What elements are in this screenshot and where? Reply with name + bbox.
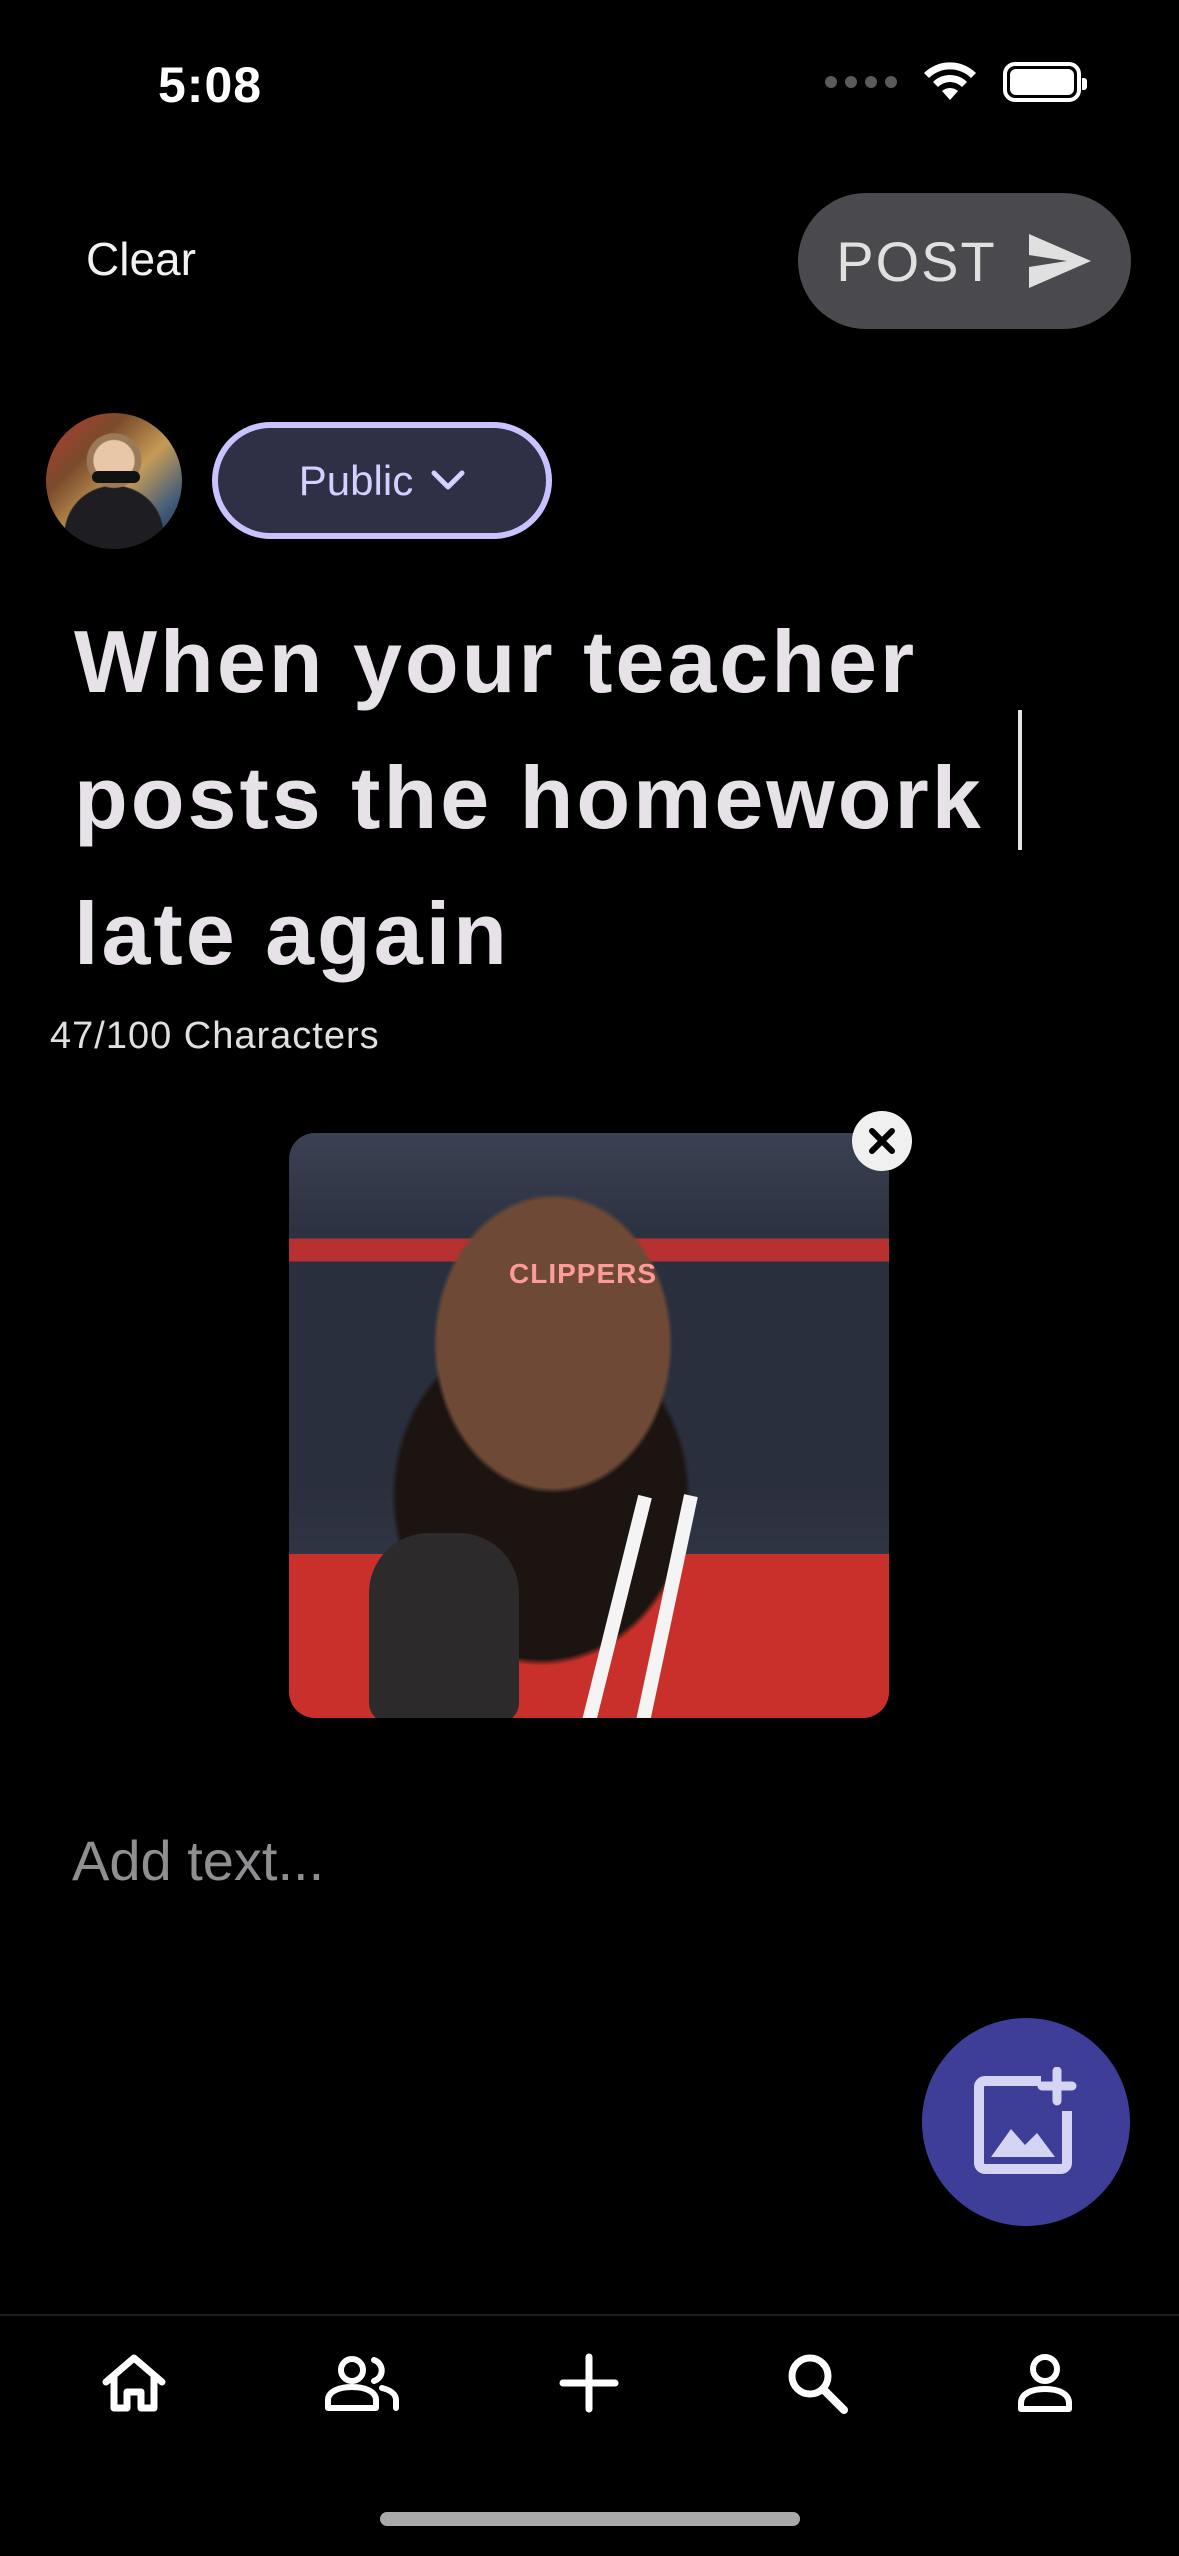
add-photo-icon bbox=[974, 2067, 1077, 2174]
plus-icon bbox=[559, 2353, 619, 2412]
body-text-input[interactable] bbox=[72, 1820, 1072, 1900]
status-icons bbox=[825, 62, 1087, 102]
battery-icon bbox=[1003, 62, 1087, 102]
remove-image-button[interactable] bbox=[852, 1111, 912, 1171]
nav-create[interactable] bbox=[529, 2323, 649, 2443]
home-indicator[interactable] bbox=[380, 2512, 800, 2526]
image-banner-text: CLIPPERS bbox=[509, 1258, 658, 1289]
attached-image: CLIPPERS bbox=[289, 1133, 889, 1718]
search-icon bbox=[788, 2354, 849, 2414]
post-button[interactable]: POST bbox=[798, 193, 1131, 329]
visibility-dropdown[interactable]: Public bbox=[212, 422, 552, 539]
character-count: 47/100 Characters bbox=[50, 1015, 380, 1057]
send-icon bbox=[1028, 234, 1091, 288]
nav-search[interactable] bbox=[757, 2323, 877, 2443]
bottom-navigation bbox=[0, 2314, 1179, 2449]
visibility-label: Public bbox=[298, 456, 414, 504]
profile-icon bbox=[1018, 2353, 1073, 2412]
nav-profile[interactable] bbox=[985, 2323, 1105, 2443]
wifi-icon bbox=[924, 62, 976, 100]
nav-home[interactable] bbox=[74, 2323, 194, 2443]
clear-button[interactable]: Clear bbox=[86, 232, 196, 286]
cellular-signal-icon bbox=[825, 76, 897, 88]
chevron-down-icon bbox=[431, 470, 465, 489]
add-image-button[interactable] bbox=[922, 2018, 1130, 2226]
post-button-label: POST bbox=[836, 229, 997, 293]
close-icon bbox=[869, 1128, 895, 1154]
home-icon bbox=[102, 2354, 166, 2411]
post-title-input[interactable]: When your teacher posts the homework lat… bbox=[74, 594, 1114, 1002]
people-icon bbox=[324, 2355, 399, 2411]
compose-screen: 5:08 Clear POST Public When your teacher… bbox=[0, 0, 1179, 2556]
text-cursor bbox=[1018, 710, 1022, 850]
nav-people[interactable] bbox=[302, 2323, 422, 2443]
avatar[interactable] bbox=[46, 413, 182, 549]
status-time: 5:08 bbox=[158, 57, 263, 113]
